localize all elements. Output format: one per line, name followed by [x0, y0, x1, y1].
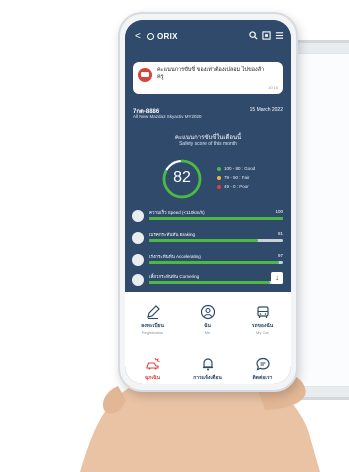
bottom-menu: ลงทะเบียน Registration ฉัน Me รถของฉัน M… [125, 292, 291, 384]
metric-label: ความเร็ว Speed (<110km/h) [149, 210, 205, 215]
scroll-down-button[interactable]: ↓ [271, 272, 283, 284]
metric-track [149, 217, 283, 220]
bell-icon [202, 358, 213, 371]
menu-label: รถของฉัน [251, 323, 274, 329]
phone: < ORIX คะแนนการขับขี่ ของเท่าต้องเปลอม ไ… [118, 12, 298, 392]
chat-icon [255, 357, 270, 371]
qr-code-icon[interactable] [262, 31, 271, 42]
score-legend: 100 - 80 : Good 79 - 50 : Fair 49 - 0 : … [217, 164, 287, 191]
legend-dot-fair [217, 176, 221, 180]
braking-icon [132, 232, 144, 244]
metric-cornering[interactable]: เลี้ยวกระทันหัน Cornering [125, 272, 291, 294]
car-icon [256, 306, 269, 318]
metric-track [149, 281, 283, 284]
metric-fill [149, 261, 279, 264]
car-info: 7กด-8886 All New Mazda3 Skyactiv MY2020 … [125, 106, 291, 126]
menu-my-car[interactable]: รถของฉัน My Car [235, 304, 290, 335]
menu-icon[interactable] [275, 31, 284, 42]
user-icon [200, 304, 215, 320]
menu-contact[interactable]: ติดต่อเรา [235, 356, 290, 382]
metric-label: เร่งกระทันหัน Accelerating [149, 254, 201, 259]
menu-me[interactable]: ฉัน Me [180, 304, 235, 335]
legend-fair: 79 - 50 : Fair [217, 173, 287, 182]
metric-label: เบรคกระทันหัน Braking [149, 232, 195, 237]
legend-dot-good [217, 167, 221, 171]
back-button[interactable]: < [135, 32, 141, 42]
notification-time: 10:16 [267, 85, 278, 90]
metric-braking[interactable]: เบรคกระทันหัน Braking 81 [125, 230, 291, 252]
report-date: 15 March 2022 [249, 107, 283, 113]
metric-track [149, 261, 283, 264]
phone-screen: < ORIX คะแนนการขับขี่ ของเท่าต้องเปลอม ไ… [125, 20, 291, 384]
menu-label: ฉัน [204, 323, 211, 329]
menu-sublabel: Me [204, 330, 211, 335]
menu-sublabel: Registration [141, 330, 164, 335]
menu-label: การแจ้งเตือน [193, 375, 222, 381]
metric-value: 97 [277, 253, 283, 258]
car-crash-icon [145, 357, 160, 370]
metric-accelerating[interactable]: เร่งกระทันหัน Accelerating 97 [125, 252, 291, 274]
score-subtitle: Safety score of this month [179, 141, 237, 147]
metric-fill [149, 239, 258, 242]
legend-good: 100 - 80 : Good [217, 164, 287, 173]
app-logo: ORIX [157, 32, 178, 41]
metric-fill [149, 217, 283, 220]
metric-value: 100 [275, 209, 283, 214]
pen-icon [146, 305, 160, 319]
menu-notifications[interactable]: การแจ้งเตือน [180, 356, 235, 382]
notification-card[interactable]: คะแนนการขับขี่ ของเท่าต้องเปลอม ไปของส้า… [133, 62, 283, 94]
metric-speed[interactable]: ความเร็ว Speed (<110km/h) 100 [125, 208, 291, 230]
score-value: 82 [173, 169, 191, 186]
legend-dot-poor [217, 185, 221, 189]
menu-sublabel: My Car [256, 330, 269, 335]
car-avatar-icon [138, 68, 152, 82]
cornering-icon [132, 274, 144, 286]
metric-track [149, 239, 283, 242]
notification-message: คะแนนการขับขี่ ของเท่าต้องเปลอม ไปของส้า… [157, 67, 265, 80]
logo-mark-icon [147, 33, 154, 40]
scene: < ORIX คะแนนการขับขี่ ของเท่าต้องเปลอม ไ… [0, 0, 349, 472]
menu-label: ลงทะเบียน [141, 323, 164, 329]
metric-value: 81 [277, 231, 283, 236]
legend-poor: 49 - 0 : Poor [217, 182, 287, 191]
speedometer-icon [132, 210, 144, 222]
metric-fill [149, 281, 270, 284]
menu-registration[interactable]: ลงทะเบียน Registration [125, 304, 180, 335]
menu-label: ติดต่อเรา [252, 375, 273, 381]
menu-emergency[interactable]: ฉุกเฉิน [125, 356, 180, 382]
car-model: All New Mazda3 Skyactiv MY2020 [133, 114, 202, 119]
search-icon[interactable] [249, 31, 258, 42]
accelerating-icon [132, 254, 144, 266]
app-header: < ORIX [125, 20, 291, 54]
metric-label: เลี้ยวกระทันหัน Cornering [149, 274, 200, 279]
menu-label: ฉุกเฉิน [145, 375, 160, 381]
